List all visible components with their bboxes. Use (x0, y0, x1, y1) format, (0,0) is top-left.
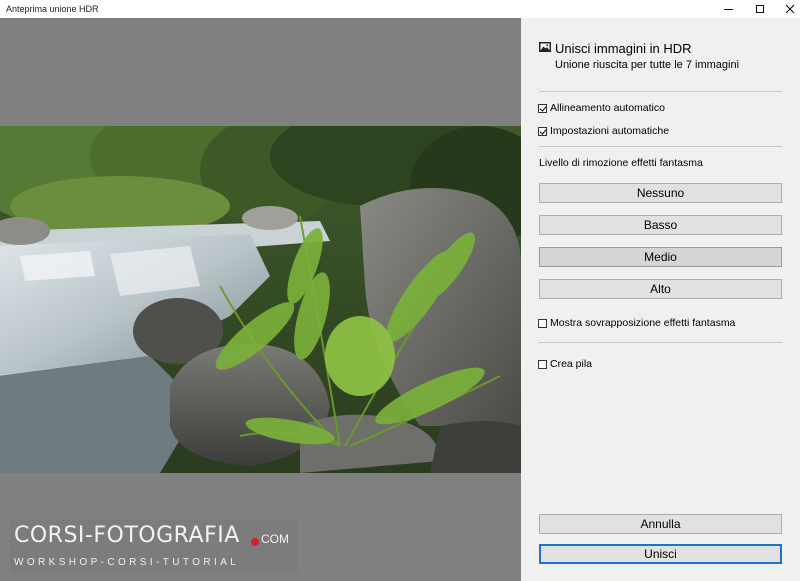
create-stack-checkbox[interactable]: Crea pila (538, 358, 592, 370)
watermark-tagline: WORKSHOP-CORSI-TUTORIAL (14, 557, 240, 568)
close-button[interactable] (774, 0, 800, 18)
deghost-label: Livello di rimozione effetti fantasma (539, 157, 703, 169)
create-stack-label: Crea pila (550, 358, 593, 370)
watermark-brand: CORSI-FOTOGRAFIA (14, 523, 240, 548)
deghost-medium-button[interactable]: Medio (539, 247, 782, 267)
checkbox-unchecked-icon (538, 318, 547, 328)
close-icon (785, 4, 795, 14)
watermark-domain: COM (261, 532, 289, 546)
panel-title: Unisci immagini in HDR (555, 41, 692, 56)
watermark: CORSI-FOTOGRAFIA COM WORKSHOP-CORSI-TUTO… (10, 520, 298, 573)
checkbox-unchecked-icon (538, 359, 547, 369)
maximize-button[interactable] (744, 0, 776, 18)
hdr-options-panel: Unisci immagini in HDR Unione riuscita p… (521, 18, 800, 581)
title-bar: Anteprima unione HDR (0, 0, 800, 18)
minimize-icon (723, 8, 733, 10)
show-ghost-overlay-checkbox[interactable]: Mostra sovrapposizione effetti fantasma (538, 317, 735, 329)
auto-align-checkbox[interactable]: Allineamento automatico (538, 102, 665, 114)
hdr-preview-area: CORSI-FOTOGRAFIA COM WORKSHOP-CORSI-TUTO… (0, 18, 521, 581)
divider (539, 342, 782, 343)
cancel-button[interactable]: Annulla (539, 514, 782, 534)
deghost-low-button[interactable]: Basso (539, 215, 782, 235)
checkbox-checked-icon (538, 126, 547, 136)
window-title: Anteprima unione HDR (6, 4, 99, 14)
deghost-high-button[interactable]: Alto (539, 279, 782, 299)
checkbox-checked-icon (538, 103, 547, 113)
merge-status: Unione riuscita per tutte le 7 immagini (555, 59, 740, 71)
deghost-none-button[interactable]: Nessuno (539, 183, 782, 203)
divider (539, 91, 782, 92)
divider (539, 146, 782, 147)
minimize-button[interactable] (712, 0, 744, 18)
image-icon (539, 42, 551, 52)
watermark-dot-icon (251, 538, 259, 546)
merge-button[interactable]: Unisci (539, 544, 782, 564)
auto-settings-label: Impostazioni automatiche (550, 125, 670, 137)
auto-align-label: Allineamento automatico (550, 102, 665, 114)
maximize-icon (756, 5, 764, 13)
show-ghost-overlay-label: Mostra sovrapposizione effetti fantasma (550, 317, 736, 329)
auto-settings-checkbox[interactable]: Impostazioni automatiche (538, 125, 669, 137)
hdr-preview-image (0, 126, 521, 473)
